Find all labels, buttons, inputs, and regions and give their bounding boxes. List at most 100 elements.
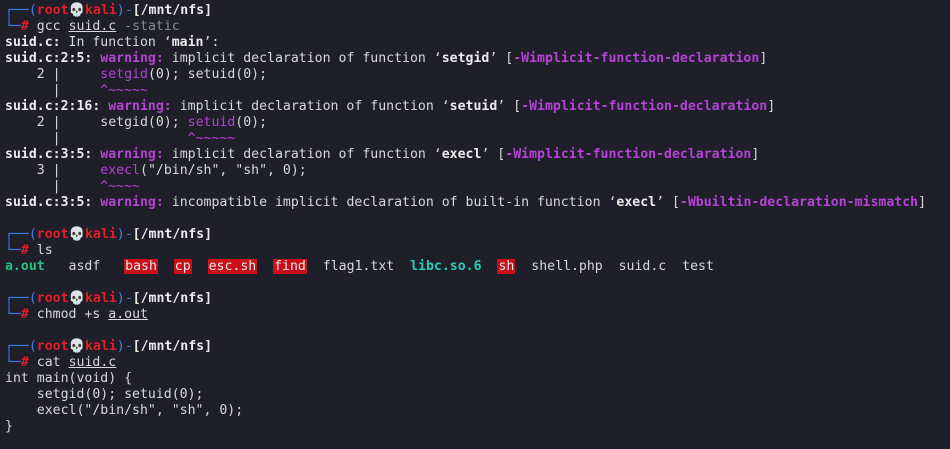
line-gutter: | bbox=[5, 131, 69, 146]
prompt-corner: ┌── bbox=[5, 227, 29, 242]
code-text: (0); setuid(0); bbox=[147, 67, 268, 82]
message-text: implicit declaration of function ‘ bbox=[171, 99, 450, 114]
file-entry-setuid: find bbox=[273, 259, 307, 274]
prompt-corner: ┌── bbox=[5, 339, 29, 354]
command-arg-file: suid.c bbox=[68, 19, 117, 34]
file-entry: flag1.txt bbox=[322, 259, 395, 274]
warning-flag: -Wbuiltin-declaration-mismatch bbox=[679, 195, 919, 210]
prompt-path: [/mnt/nfs] bbox=[132, 339, 213, 354]
prompt-corner: ┌── bbox=[5, 3, 29, 18]
prompt-dash: - bbox=[124, 227, 133, 242]
command-flag: -static bbox=[124, 19, 180, 34]
highlighted-token: setgid bbox=[100, 67, 148, 82]
command-arg: +s bbox=[84, 307, 101, 322]
prompt-path: [/mnt/nfs] bbox=[132, 291, 213, 306]
message-text: implicit declaration of function ‘ bbox=[163, 51, 442, 66]
prompt-corner: └─ bbox=[5, 19, 21, 34]
message-text: ] bbox=[751, 147, 760, 162]
file-listing: a.out asdf bash cp esc.sh find flag1.txt… bbox=[5, 259, 950, 275]
prompt-host: kali bbox=[84, 291, 117, 306]
prompt-line-top: ┌──(root💀kali)-[/mnt/nfs] bbox=[5, 227, 950, 243]
file-entry-setuid: sh bbox=[497, 259, 516, 274]
prompt-corner: └─ bbox=[5, 307, 21, 322]
file-entry-library: libc.so.6 bbox=[410, 259, 482, 274]
code-text: (0); bbox=[235, 115, 268, 130]
file-entry: asdf bbox=[68, 259, 101, 274]
prompt-paren: ) bbox=[116, 227, 125, 242]
skull-icon: 💀 bbox=[68, 3, 85, 18]
compiler-warning: suid.c:2:16: warning: implicit declarati… bbox=[5, 99, 950, 115]
file-entry-setuid: esc.sh bbox=[207, 259, 258, 274]
caret-line: | ^~~~~ bbox=[5, 179, 950, 195]
message-text: ] bbox=[759, 51, 768, 66]
message-text: ’ [ bbox=[656, 195, 680, 210]
compiler-warning: suid.c:3:5: warning: incompatible implic… bbox=[5, 195, 950, 211]
command-name: ls bbox=[36, 243, 53, 258]
message-text: ’: bbox=[203, 35, 220, 50]
prompt-corner: └─ bbox=[5, 355, 21, 370]
command-name: chmod bbox=[36, 307, 77, 322]
message-text: In function ‘ bbox=[60, 35, 172, 50]
caret-line: | ^~~~~~ bbox=[5, 131, 950, 147]
prompt-hash: # bbox=[20, 307, 37, 322]
function-name: execl bbox=[616, 195, 657, 210]
skull-icon: 💀 bbox=[68, 227, 85, 242]
prompt-hash: # bbox=[20, 355, 37, 370]
command-arg-file: a.out bbox=[108, 307, 148, 322]
prompt-dash: - bbox=[124, 291, 133, 306]
prompt-user: root bbox=[36, 227, 69, 242]
compiler-message: suid.c: In function ‘main’: bbox=[5, 35, 950, 51]
command-name: cat bbox=[36, 355, 61, 370]
file-entry-executable: a.out bbox=[5, 259, 45, 274]
prompt-hash: # bbox=[20, 19, 37, 34]
caret-marker: ^~~~~~ bbox=[68, 131, 236, 146]
source-location: suid.c:3:5: bbox=[5, 195, 93, 210]
code-text: setgid(0); bbox=[68, 115, 188, 130]
source-location: suid.c:2:16: bbox=[5, 99, 101, 114]
source-snippet: 3 | execl("/bin/sh", "sh", 0); bbox=[5, 163, 950, 179]
prompt-line-top: ┌──(root💀kali)-[/mnt/nfs] bbox=[5, 339, 950, 355]
command-line: └─# gcc suid.c -static bbox=[5, 19, 950, 35]
code-line: execl("/bin/sh", "sh", 0); bbox=[5, 403, 244, 418]
function-name: setuid bbox=[449, 99, 498, 114]
prompt-dash: - bbox=[124, 3, 133, 18]
file-entry: test bbox=[682, 259, 714, 274]
prompt-corner: ┌── bbox=[5, 291, 29, 306]
message-text: implicit declaration of function ‘ bbox=[163, 147, 442, 162]
source-location: suid.c: bbox=[5, 35, 61, 50]
line-gutter: | bbox=[5, 179, 69, 194]
message-text: incompatible implicit declaration of bui… bbox=[163, 195, 617, 210]
prompt-line-top: ┌──(root💀kali)-[/mnt/nfs] bbox=[5, 3, 950, 19]
message-text: ’ [ bbox=[481, 147, 506, 162]
command-line: └─# chmod +s a.out bbox=[5, 307, 950, 323]
caret-marker: ^~~~~~ bbox=[68, 83, 148, 98]
prompt-dash: - bbox=[124, 339, 133, 354]
source-snippet: 2 | setgid(0); setuid(0); bbox=[5, 67, 950, 83]
message-text: ] bbox=[918, 195, 927, 210]
file-entry-setuid: bash bbox=[124, 259, 158, 274]
skull-icon: 💀 bbox=[68, 339, 85, 354]
terminal-output[interactable]: ┌──(root💀kali)-[/mnt/nfs] └─# gcc suid.c… bbox=[0, 0, 950, 435]
prompt-hash: # bbox=[20, 243, 37, 258]
command-name: gcc bbox=[36, 19, 61, 34]
compiler-warning: suid.c:2:5: warning: implicit declaratio… bbox=[5, 51, 950, 67]
prompt-paren: ( bbox=[28, 227, 37, 242]
code-line: int main(void) { bbox=[5, 371, 133, 386]
prompt-path: [/mnt/nfs] bbox=[132, 3, 213, 18]
highlighted-token: setuid bbox=[187, 115, 236, 130]
line-gutter: 2 | bbox=[5, 115, 69, 130]
code-line: } bbox=[5, 419, 13, 434]
function-name: setgid bbox=[441, 51, 490, 66]
prompt-user: root bbox=[36, 339, 69, 354]
prompt-line-top: ┌──(root💀kali)-[/mnt/nfs] bbox=[5, 291, 950, 307]
prompt-user: root bbox=[36, 3, 69, 18]
prompt-paren: ( bbox=[28, 3, 37, 18]
compiler-warning: suid.c:3:5: warning: implicit declaratio… bbox=[5, 147, 950, 163]
command-line: └─# cat suid.c bbox=[5, 355, 950, 371]
warning-label: warning: bbox=[100, 147, 164, 162]
prompt-corner: └─ bbox=[5, 243, 21, 258]
command-line: └─# ls bbox=[5, 243, 950, 259]
function-name: main bbox=[171, 35, 204, 50]
prompt-user: root bbox=[36, 291, 69, 306]
